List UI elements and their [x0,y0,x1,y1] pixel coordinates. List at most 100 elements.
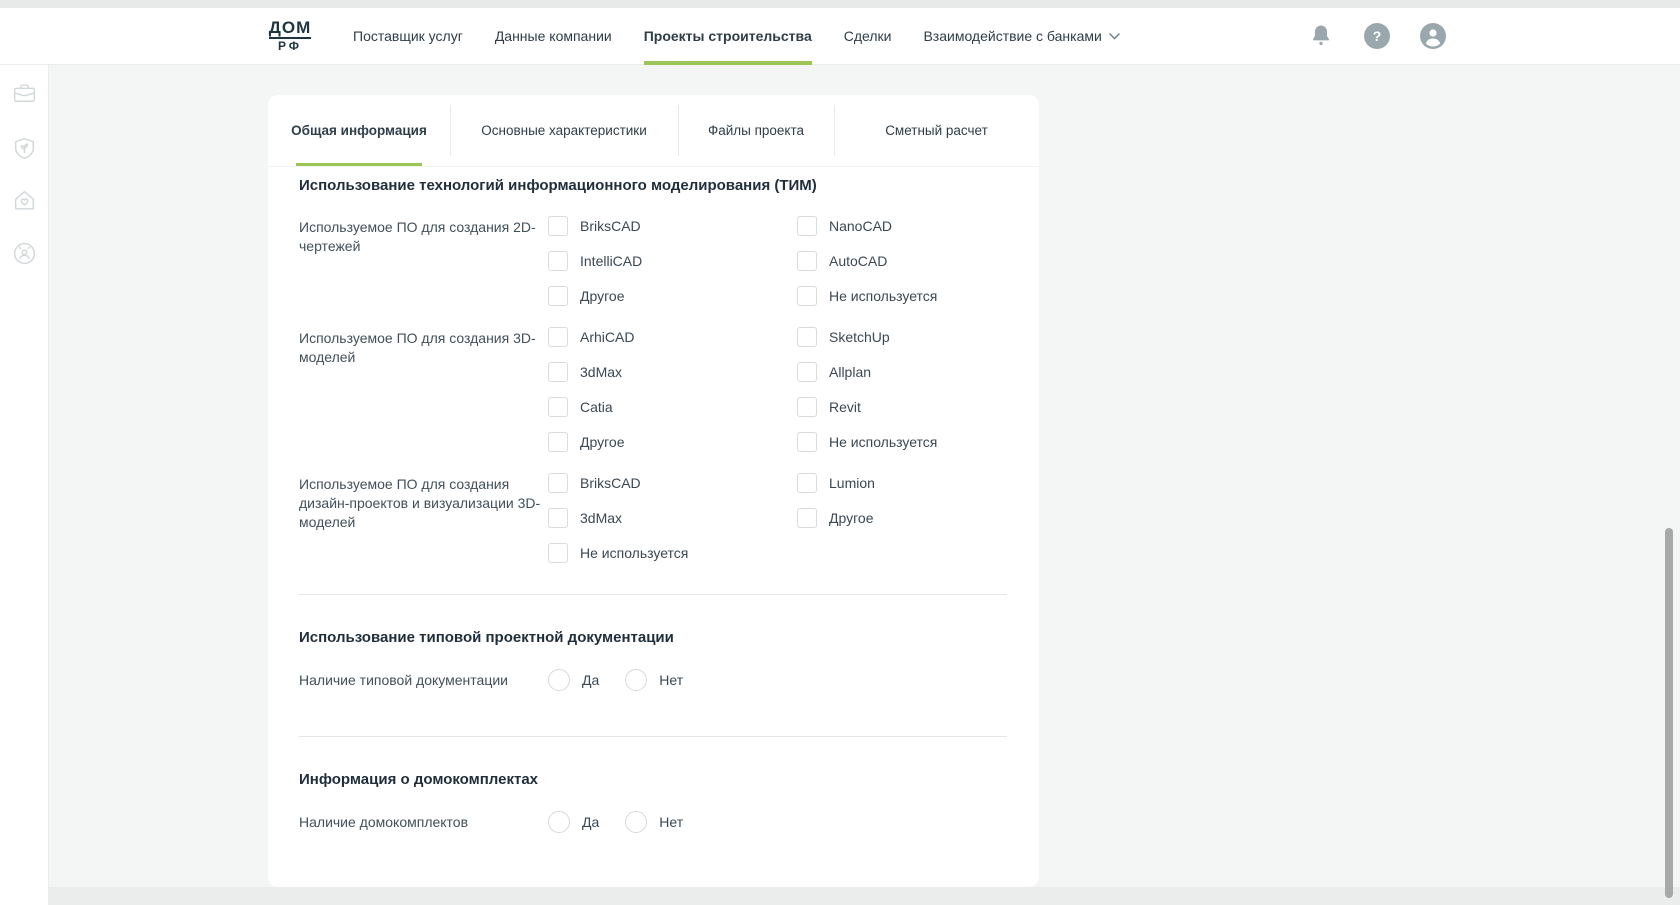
checkbox-label[interactable]: 3dMax [580,364,622,380]
checkbox[interactable] [548,327,568,347]
checkbox-label[interactable]: Lumion [829,475,875,491]
checkbox-option[interactable]: 3dMax [548,362,797,382]
checkbox-label[interactable]: SketchUp [829,329,890,345]
checkbox-label[interactable]: ArhiCAD [580,329,634,345]
checkbox-option[interactable]: 3dMax [548,508,797,528]
checkbox-label[interactable]: Allplan [829,364,871,380]
sidebar-item-person-badge[interactable] [0,238,49,268]
field-group-design-software: Используемое ПО для создания дизайн-прое… [299,473,1007,563]
tab-label: Файлы проекта [708,123,804,138]
nav-item-bank-interaction[interactable]: Взаимодействие с банками [923,8,1119,65]
checkbox[interactable] [797,327,817,347]
nav-item-services-provider[interactable]: Поставщик услуг [353,8,463,65]
checkbox-option[interactable]: BriksCAD [548,473,797,493]
form-content: Использование технологий информационного… [268,167,1039,833]
tab-general-info[interactable]: Общая информация [268,95,450,166]
radio-label[interactable]: Да [582,672,599,688]
sidebar-item-briefcase[interactable] [0,78,49,108]
radio-button[interactable] [625,811,647,833]
checkbox-label[interactable]: Другое [580,288,624,304]
checkbox-option[interactable]: Не используется [548,543,797,563]
nav-item-company-data[interactable]: Данные компании [495,8,612,65]
radio-button[interactable] [548,669,570,691]
checkbox-label[interactable]: Другое [829,510,873,526]
radio-label[interactable]: Да [582,814,599,830]
radio-option-no[interactable]: Нет [625,669,683,691]
radio-label[interactable]: Нет [659,672,683,688]
checkbox[interactable] [548,432,568,452]
checkbox-label[interactable]: Не используется [829,288,937,304]
radio-label[interactable]: Нет [659,814,683,830]
bell-icon[interactable] [1307,22,1335,50]
tab-label: Основные характеристики [481,123,647,138]
checkbox[interactable] [797,432,817,452]
person-circle-icon [11,240,38,267]
checkbox[interactable] [548,286,568,306]
checkbox[interactable] [548,362,568,382]
checkbox[interactable] [548,251,568,271]
checkbox-option[interactable]: Revit [797,397,1007,417]
profile-icon[interactable] [1419,22,1447,50]
checkbox-label[interactable]: Catia [580,399,613,415]
checkbox-option[interactable]: Catia [548,397,797,417]
checkbox[interactable] [797,216,817,236]
field-label: Наличие домокомплектов [299,813,548,832]
question-glyph: ? [1364,23,1390,49]
checkbox[interactable] [797,397,817,417]
checkbox-label[interactable]: NanoCAD [829,218,892,234]
checkbox-option[interactable]: Allplan [797,362,1007,382]
section-divider [299,594,1007,595]
tab-estimate-calculation[interactable]: Сметный расчет [834,95,1039,166]
checkbox[interactable] [548,473,568,493]
checkbox[interactable] [548,397,568,417]
checkbox-option[interactable]: ArhiCAD [548,327,797,347]
radio-button[interactable] [625,669,647,691]
checkbox-option[interactable]: NanoCAD [797,216,1007,236]
checkbox-option[interactable]: SketchUp [797,327,1007,347]
project-form-card: Общая информация Основные характеристики… [268,95,1039,887]
field-label: Используемое ПО для создания 2D-чертежей [299,216,548,306]
checkbox-label[interactable]: BriksCAD [580,475,641,491]
checkbox[interactable] [548,216,568,236]
checkbox-option[interactable]: Lumion [797,473,1007,493]
checkbox-option[interactable]: Другое [548,432,797,452]
checkbox-label[interactable]: IntelliCAD [580,253,642,269]
checkbox-option[interactable]: Другое [797,508,1007,528]
checkbox-label[interactable]: Не используется [829,434,937,450]
checkbox[interactable] [797,362,817,382]
vertical-scrollbar-thumb[interactable] [1665,528,1673,898]
nav-item-deals[interactable]: Сделки [844,8,892,65]
radio-option-yes[interactable]: Да [548,669,599,691]
checkbox-label[interactable]: Revit [829,399,861,415]
field-label: Используемое ПО для создания дизайн-прое… [299,473,548,563]
checkbox-option[interactable]: IntelliCAD [548,251,797,271]
checkbox-option[interactable]: Не используется [797,432,1007,452]
checkbox[interactable] [548,543,568,563]
checkbox[interactable] [548,508,568,528]
radio-option-no[interactable]: Нет [625,811,683,833]
checkbox[interactable] [797,251,817,271]
checkbox-label[interactable]: BriksCAD [580,218,641,234]
radio-option-yes[interactable]: Да [548,811,599,833]
nav-item-construction-projects[interactable]: Проекты строительства [644,8,812,65]
nav-label: Взаимодействие с банками [923,28,1101,44]
help-icon[interactable]: ? [1363,22,1391,50]
checkbox[interactable] [797,508,817,528]
tab-project-files[interactable]: Файлы проекта [678,95,834,166]
checkbox[interactable] [797,473,817,493]
checkbox-label[interactable]: Другое [580,434,624,450]
checkbox-label[interactable]: Не используется [580,545,688,561]
checkbox-label[interactable]: AutoCAD [829,253,887,269]
checkbox-option[interactable]: AutoCAD [797,251,1007,271]
nav-label: Сделки [844,28,892,44]
sidebar-item-house[interactable] [0,185,49,215]
checkbox-option[interactable]: Не используется [797,286,1007,306]
checkbox-label[interactable]: 3dMax [580,510,622,526]
radio-button[interactable] [548,811,570,833]
checkbox[interactable] [797,286,817,306]
tab-main-characteristics[interactable]: Основные характеристики [450,95,678,166]
domrf-logo[interactable]: ДОМ РФ [267,19,313,53]
sidebar-item-shield[interactable] [0,133,49,163]
checkbox-option[interactable]: Другое [548,286,797,306]
checkbox-option[interactable]: BriksCAD [548,216,797,236]
